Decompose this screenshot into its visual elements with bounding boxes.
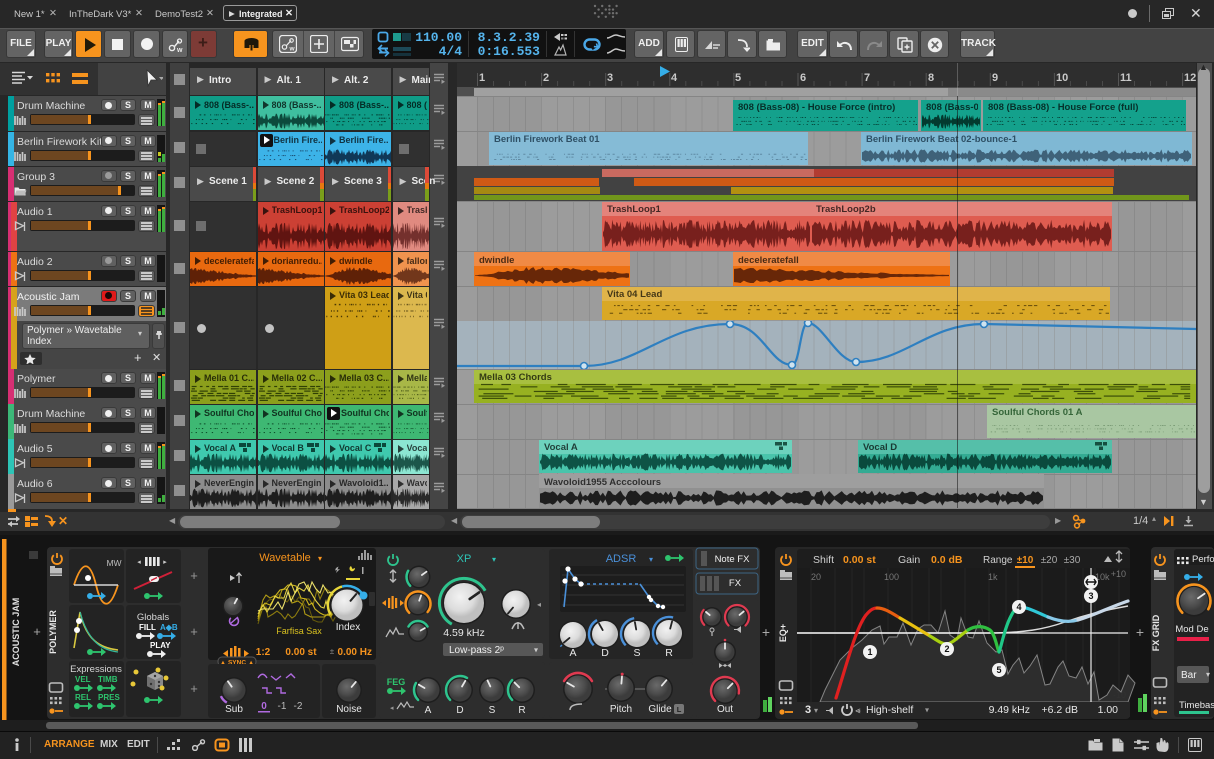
svg-text:1:2: 1:2 (256, 647, 271, 658)
svg-text:+10: +10 (1111, 569, 1126, 579)
svg-text:-2: -2 (294, 701, 303, 712)
svg-text:POLYMER: POLYMER (48, 610, 58, 654)
svg-text:+6.2 dB: +6.2 dB (1042, 704, 1079, 716)
svg-text:PLAY: PLAY (150, 641, 171, 650)
svg-text:Sub: Sub (225, 704, 243, 715)
svg-text:Bar: Bar (1181, 670, 1197, 681)
svg-text:High-shelf: High-shelf (866, 704, 913, 716)
svg-text:S: S (489, 705, 496, 716)
svg-text:VEL: VEL (75, 675, 91, 684)
svg-text:A◆B: A◆B (160, 623, 178, 632)
svg-text:100: 100 (884, 572, 899, 582)
svg-text:FX GRID: FX GRID (1151, 614, 1161, 651)
svg-text:0.00 Hz: 0.00 Hz (338, 647, 372, 658)
svg-text:MW: MW (106, 558, 121, 568)
svg-text:A: A (569, 647, 576, 659)
svg-text:Expressions: Expressions (70, 664, 122, 675)
svg-text:ACOUSTIC JAM: ACOUSTIC JAM (11, 598, 21, 667)
svg-text:Mod De: Mod De (1175, 624, 1208, 635)
svg-text:-1: -1 (278, 701, 287, 712)
svg-text:4.59 kHz: 4.59 kHz (443, 627, 484, 639)
svg-text:Shift: Shift (813, 554, 834, 566)
svg-text:Noise: Noise (336, 704, 362, 715)
svg-text:Note FX: Note FX (715, 554, 751, 565)
svg-text:Range: Range (983, 555, 1013, 566)
svg-text:R: R (518, 705, 525, 716)
svg-text:+: + (190, 568, 198, 583)
svg-text:3: 3 (805, 704, 811, 716)
svg-text:5: 5 (996, 665, 1001, 675)
svg-text:Index: Index (336, 622, 360, 633)
svg-text:EQ+: EQ+ (778, 624, 788, 642)
svg-text:0.00 st: 0.00 st (285, 647, 317, 658)
svg-text:±: ± (330, 647, 335, 656)
svg-text:±10: ±10 (1017, 555, 1034, 566)
svg-text:w: w (176, 47, 183, 53)
svg-text:A: A (425, 705, 432, 716)
svg-text:±30: ±30 (1064, 555, 1081, 566)
svg-text:20: 20 (811, 572, 821, 582)
svg-text:w: w (289, 46, 296, 53)
svg-text:+: + (762, 624, 770, 640)
svg-text:Timebas: Timebas (1179, 700, 1214, 711)
svg-text:R: R (665, 647, 673, 659)
svg-text:Pitch: Pitch (610, 704, 632, 715)
svg-text:Perfo: Perfo (1192, 554, 1214, 565)
svg-text:+: + (1136, 624, 1144, 640)
svg-text:FILL: FILL (139, 623, 156, 632)
svg-text:D: D (456, 705, 463, 716)
svg-text:1: 1 (867, 647, 872, 657)
svg-text:1k: 1k (988, 572, 998, 582)
svg-text:REL: REL (75, 693, 91, 702)
svg-text:▾: ▾ (318, 554, 322, 563)
svg-text:▾: ▾ (649, 555, 653, 564)
svg-text:Low-pass 2ᵖ: Low-pass 2ᵖ (449, 645, 504, 656)
svg-text:2: 2 (944, 644, 949, 654)
svg-text:XP: XP (457, 553, 472, 565)
svg-text:TIMB: TIMB (98, 675, 118, 684)
svg-text:▾: ▾ (925, 706, 929, 715)
svg-text:S: S (633, 647, 640, 659)
svg-text:ADSR: ADSR (606, 553, 637, 565)
svg-text:Gain: Gain (898, 554, 920, 566)
svg-text:3: 3 (1088, 591, 1093, 601)
svg-text:1.00: 1.00 (1098, 704, 1119, 716)
svg-text:L: L (677, 705, 682, 714)
svg-text:±20: ±20 (1041, 555, 1058, 566)
svg-text:◂: ◂ (537, 600, 541, 609)
svg-text:Wavetable: Wavetable (259, 552, 311, 564)
svg-text:▾: ▾ (1206, 670, 1210, 679)
svg-text:▾: ▾ (534, 646, 538, 655)
svg-text:FEG: FEG (387, 677, 406, 687)
svg-text:+: + (190, 624, 198, 639)
svg-text:Farfisa Sax: Farfisa Sax (276, 626, 322, 636)
svg-text:PRES: PRES (98, 693, 120, 702)
svg-text:4: 4 (1016, 602, 1021, 612)
svg-text:D: D (601, 647, 609, 659)
svg-text:▾: ▾ (492, 555, 496, 564)
svg-text:◂: ◂ (390, 705, 394, 712)
svg-text:+: + (33, 624, 41, 639)
svg-text:9.49 kHz: 9.49 kHz (989, 704, 1030, 716)
svg-text:0: 0 (261, 701, 267, 712)
svg-text:Globals: Globals (137, 612, 169, 623)
svg-text:0.00 st: 0.00 st (843, 554, 876, 566)
svg-text:FX: FX (729, 578, 742, 589)
svg-text:⪡: ⪡ (855, 705, 860, 715)
svg-text:Glide: Glide (648, 704, 672, 715)
svg-text:Out: Out (717, 704, 733, 715)
svg-text:0.0 dB: 0.0 dB (931, 554, 963, 566)
svg-text:+: + (190, 681, 198, 696)
svg-text:▾: ▾ (814, 706, 818, 715)
svg-text:◂: ◂ (137, 559, 141, 566)
svg-text:▸: ▸ (163, 559, 167, 566)
